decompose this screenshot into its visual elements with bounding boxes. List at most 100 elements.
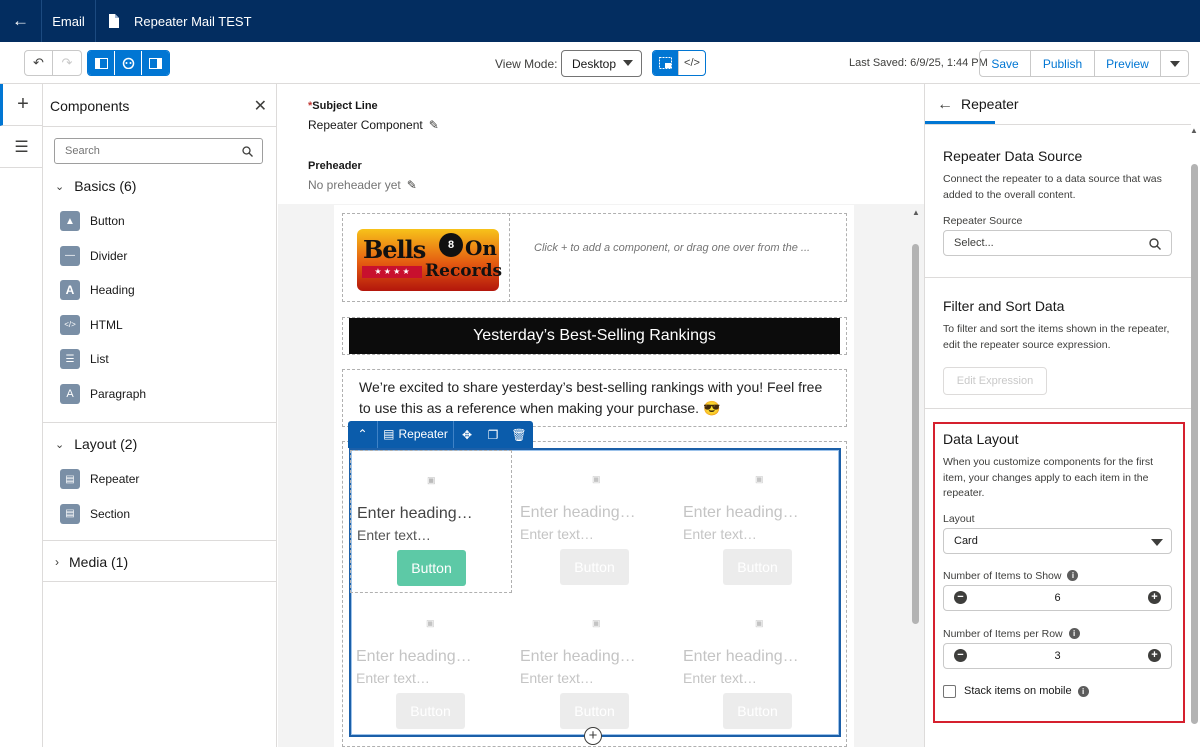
- component-paragraph[interactable]: A Paragraph: [43, 377, 276, 412]
- list-icon[interactable]: ☰: [0, 126, 43, 168]
- subject-value: Repeater Component: [308, 118, 423, 132]
- code-icon[interactable]: </>: [679, 51, 705, 75]
- right-panel-icon[interactable]: [142, 51, 169, 75]
- component-repeater[interactable]: ▤ Repeater: [43, 462, 276, 497]
- card-button[interactable]: Button: [397, 550, 466, 586]
- panel-scrollbar[interactable]: ▲: [1189, 126, 1199, 747]
- increment-icon[interactable]: +: [1148, 649, 1161, 662]
- back-arrow-icon[interactable]: ←: [937, 96, 953, 114]
- stack-mobile-label: Stack items on mobile: [964, 685, 1072, 697]
- component-button[interactable]: ▲ Button: [43, 204, 276, 239]
- component-html[interactable]: </> HTML: [43, 308, 276, 343]
- subject-line[interactable]: Repeater Component ✎: [308, 118, 439, 132]
- component-heading[interactable]: A Heading: [43, 273, 276, 308]
- preview-bot-icon[interactable]: [115, 51, 142, 75]
- drop-hint[interactable]: Click + to add a component, or drag one …: [534, 242, 810, 254]
- section-basics[interactable]: ⌄ Basics (6): [43, 168, 276, 204]
- view-mode-label: View Mode:: [495, 57, 558, 71]
- redo-icon[interactable]: ↷: [53, 51, 81, 75]
- items-show-label: Number of Items to Show i: [943, 570, 1173, 582]
- publish-button[interactable]: Publish: [1031, 51, 1095, 76]
- data-source-description: Connect the repeater to a data source th…: [943, 173, 1162, 201]
- stack-mobile-checkbox[interactable]: [943, 684, 956, 698]
- canvas-scrollbar[interactable]: ▲: [910, 208, 920, 747]
- preview-button[interactable]: Preview: [1095, 51, 1161, 76]
- info-icon[interactable]: i: [1067, 570, 1079, 582]
- pencil-icon[interactable]: ✎: [429, 118, 439, 132]
- more-actions-button[interactable]: [1161, 51, 1188, 76]
- layout-select[interactable]: Card: [943, 527, 1172, 554]
- component-label: Heading: [90, 283, 135, 298]
- scroll-up-icon[interactable]: ▲: [1190, 126, 1198, 135]
- email-header-fields: *Subject Line Repeater Component ✎ Prehea…: [278, 84, 924, 204]
- card-item: ▣ Enter heading… Enter text… Button: [675, 450, 837, 593]
- scroll-up-icon[interactable]: ▲: [912, 208, 920, 217]
- close-icon[interactable]: ✕: [254, 96, 267, 116]
- add-icon[interactable]: +: [0, 84, 43, 126]
- card-text: Enter text…: [683, 526, 757, 542]
- card-item: ▣ Enter heading… Enter text… Button: [512, 594, 674, 737]
- component-label: HTML: [90, 317, 123, 332]
- component-label: Divider: [90, 248, 128, 263]
- chevron-down-icon: [1151, 538, 1163, 546]
- scrollbar-thumb[interactable]: [1191, 164, 1198, 724]
- component-list[interactable]: ☰ List: [43, 342, 276, 377]
- items-row-label: Number of Items per Row i: [943, 628, 1173, 640]
- repeater-source-placeholder: Select...: [954, 237, 994, 249]
- data-layout-description: When you customize components for the fi…: [943, 456, 1154, 499]
- increment-icon[interactable]: +: [1148, 591, 1161, 604]
- intro-paragraph[interactable]: We’re excited to share yesterday’s best-…: [359, 377, 829, 419]
- view-mode-select[interactable]: Desktop: [561, 50, 642, 77]
- basics-label: Basics (6): [74, 178, 137, 194]
- duplicate-icon[interactable]: ❐: [480, 428, 506, 442]
- panel-toggle-group: [87, 50, 170, 76]
- component-section[interactable]: ▤ Section: [43, 497, 276, 532]
- collapse-icon[interactable]: ⌃: [348, 421, 378, 448]
- left-panel-icon[interactable]: [88, 51, 115, 75]
- info-icon[interactable]: i: [1077, 685, 1089, 697]
- delete-icon[interactable]: 🗑: [506, 428, 532, 442]
- filter-sort-description: To filter and sort the items shown in th…: [943, 323, 1170, 351]
- section-media[interactable]: › Media (1): [43, 544, 276, 580]
- decrement-icon[interactable]: −: [954, 649, 967, 662]
- subject-label: *Subject Line: [308, 100, 378, 112]
- add-block-icon[interactable]: +: [584, 727, 602, 745]
- email-tab[interactable]: Email: [42, 0, 96, 42]
- banner-heading[interactable]: Yesterday’s Best-Selling Rankings: [349, 318, 840, 354]
- logo-cell[interactable]: Bells 8 On ★ ★ ★ ★ Records: [342, 213, 510, 302]
- visual-editor-icon[interactable]: [653, 51, 679, 75]
- chevron-right-icon: ›: [55, 555, 59, 569]
- repeater-tag: ▤ Repeater: [378, 421, 454, 448]
- card-item-active[interactable]: ▣ Enter heading… Enter text… Button: [350, 450, 512, 593]
- move-icon[interactable]: ✥: [454, 428, 480, 442]
- card-button: Button: [560, 549, 629, 585]
- layout-label: Layout (2): [74, 436, 138, 452]
- save-button[interactable]: Save: [980, 51, 1031, 76]
- preheader-line[interactable]: No preheader yet ✎: [308, 178, 417, 192]
- back-arrow-icon[interactable]: ←: [0, 0, 42, 42]
- scrollbar-thumb[interactable]: [912, 244, 919, 624]
- search-placeholder: Search: [65, 145, 100, 157]
- card-heading: Enter heading…: [683, 504, 799, 521]
- edit-expression-button[interactable]: Edit Expression: [943, 367, 1047, 395]
- chevron-down-icon: [1169, 60, 1180, 67]
- layout-value: Card: [954, 534, 978, 547]
- pencil-icon[interactable]: ✎: [407, 178, 417, 192]
- data-layout-title: Data Layout: [943, 431, 1019, 447]
- info-icon[interactable]: i: [1068, 628, 1080, 640]
- card-heading: Enter heading…: [357, 505, 473, 522]
- repeater-source-input[interactable]: Select...: [943, 230, 1172, 256]
- section-layout[interactable]: ⌄ Layout (2): [43, 426, 276, 462]
- components-title: Components: [50, 98, 130, 114]
- component-divider[interactable]: — Divider: [43, 239, 276, 274]
- toolbar: ↶ ↷ View Mode: Desktop </> Last Saved: 6…: [0, 42, 1200, 84]
- decrement-icon[interactable]: −: [954, 591, 967, 604]
- view-mode-value: Desktop: [572, 56, 617, 71]
- document-title-text: Repeater Mail TEST: [134, 13, 252, 29]
- left-rail: + ☰: [0, 84, 43, 747]
- search-input[interactable]: Search: [54, 138, 263, 164]
- items-row-stepper[interactable]: − 3 +: [943, 642, 1172, 669]
- undo-icon[interactable]: ↶: [25, 51, 53, 75]
- component-label: Paragraph: [90, 386, 147, 401]
- items-show-stepper[interactable]: − 6 +: [943, 584, 1172, 611]
